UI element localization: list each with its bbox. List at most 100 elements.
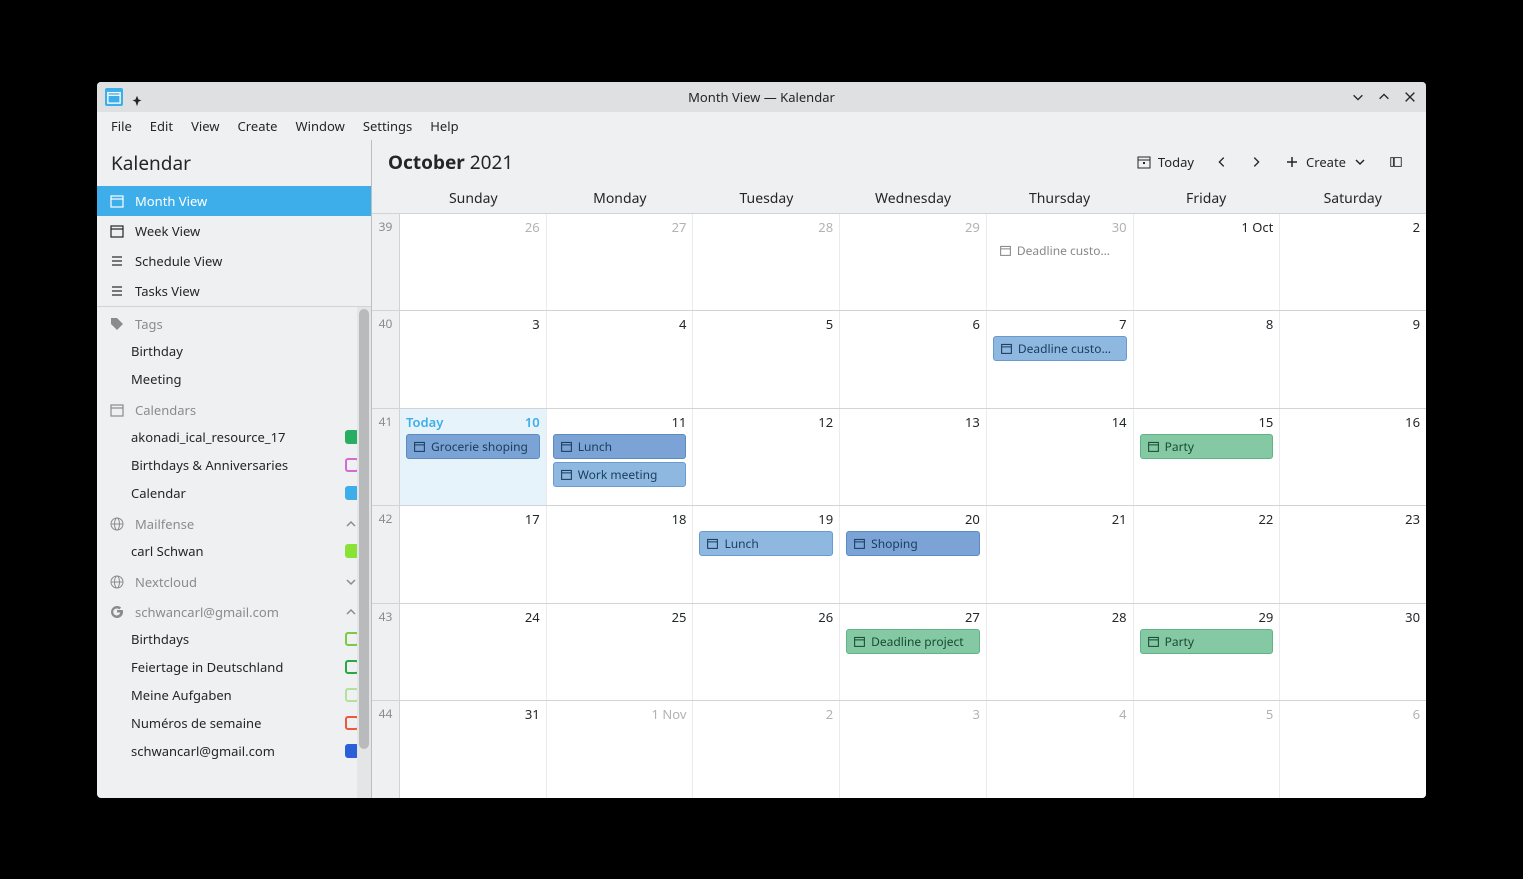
menu-create[interactable]: Create [230, 113, 286, 139]
event[interactable]: Party [1140, 629, 1274, 654]
maximize-button[interactable] [1376, 89, 1392, 105]
menu-help[interactable]: Help [422, 113, 466, 139]
event[interactable]: Shoping [846, 531, 980, 556]
calendar-icon [1147, 440, 1160, 453]
day-cell[interactable]: 11LunchWork meeting [547, 409, 694, 506]
day-cell[interactable]: 5 [1134, 701, 1281, 798]
day-cell[interactable]: 17 [400, 506, 547, 603]
day-cell[interactable]: 28 [987, 604, 1134, 701]
day-cell[interactable]: 18 [547, 506, 694, 603]
day-cell[interactable]: 22 [1134, 506, 1281, 603]
titlebar[interactable]: Month View — Kalendar [97, 82, 1426, 112]
day-cell[interactable]: 23 [1280, 506, 1426, 603]
day-cell[interactable]: 26 [400, 214, 547, 311]
day-cell[interactable]: 3 [840, 701, 987, 798]
sidebar-item[interactable]: carl Schwan [97, 537, 371, 565]
day-cell[interactable]: 31 [400, 701, 547, 798]
view-month-view[interactable]: Month View [97, 186, 371, 216]
sidebar-item[interactable]: Birthdays [97, 625, 371, 653]
day-cell[interactable]: 13 [840, 409, 987, 506]
day-cell[interactable]: 2 [1280, 214, 1426, 311]
day-cell[interactable]: 30Deadline custo… [987, 214, 1134, 311]
day-header: Saturday [1279, 184, 1426, 213]
day-number: 28 [993, 608, 1127, 626]
day-cell[interactable]: 6 [1280, 701, 1426, 798]
day-cell[interactable]: 16 [1280, 409, 1426, 506]
section-header[interactable]: Tags [97, 307, 371, 337]
event[interactable]: Deadline project [846, 629, 980, 654]
sidebar-item[interactable]: Meeting [97, 365, 371, 393]
day-number: 26 [699, 608, 833, 626]
day-cell[interactable]: 6 [840, 311, 987, 408]
day-cell[interactable]: 4 [547, 311, 694, 408]
event[interactable]: Lunch [699, 531, 833, 556]
day-cell[interactable]: 7Deadline custo… [987, 311, 1134, 408]
day-cell[interactable]: 29Party [1134, 604, 1281, 701]
sidebar-item[interactable]: Feiertage in Deutschland [97, 653, 371, 681]
section-header[interactable]: Mailfense [97, 507, 371, 537]
day-cell[interactable]: 8 [1134, 311, 1281, 408]
close-button[interactable] [1402, 89, 1418, 105]
view-options-button[interactable] [1382, 148, 1410, 176]
sidebar-item[interactable]: akonadi_ical_resource_17 [97, 423, 371, 451]
day-number: 27 [553, 218, 687, 236]
day-cell[interactable]: 1 Oct [1134, 214, 1281, 311]
day-cell[interactable]: 9 [1280, 311, 1426, 408]
year: 2021 [470, 149, 513, 175]
pin-icon[interactable] [131, 90, 145, 104]
minimize-button[interactable] [1350, 89, 1366, 105]
sidebar-item[interactable]: Calendar [97, 479, 371, 507]
sidebar-item[interactable]: Meine Aufgaben [97, 681, 371, 709]
scrollbar-track[interactable] [357, 307, 371, 798]
today-button[interactable]: Today [1128, 149, 1202, 175]
day-cell[interactable]: 27 [547, 214, 694, 311]
prev-button[interactable] [1208, 148, 1236, 176]
day-cell[interactable]: 28 [693, 214, 840, 311]
section-header[interactable]: Calendars [97, 393, 371, 423]
day-cell[interactable]: 1 Nov [547, 701, 694, 798]
menu-view[interactable]: View [183, 113, 227, 139]
event[interactable]: Grocerie shoping [406, 434, 540, 459]
menu-edit[interactable]: Edit [142, 113, 181, 139]
day-cell[interactable]: 27Deadline project [840, 604, 987, 701]
menu-file[interactable]: File [103, 113, 140, 139]
day-cell[interactable]: 4 [987, 701, 1134, 798]
day-cell[interactable]: 5 [693, 311, 840, 408]
day-cell[interactable]: 19Lunch [693, 506, 840, 603]
event[interactable]: Lunch [553, 434, 687, 459]
day-cell[interactable]: 15Party [1134, 409, 1281, 506]
day-cell[interactable]: 20Shoping [840, 506, 987, 603]
menu-settings[interactable]: Settings [355, 113, 420, 139]
create-button[interactable]: Create [1276, 149, 1376, 175]
sidebar-scroll[interactable]: TagsBirthdayMeetingCalendarsakonadi_ical… [97, 306, 371, 798]
view-week-view[interactable]: Week View [97, 216, 371, 246]
day-cell[interactable]: 3 [400, 311, 547, 408]
sidebar-item[interactable]: Birthday [97, 337, 371, 365]
sidebar-item[interactable]: Numéros de semaine [97, 709, 371, 737]
view-tasks-view[interactable]: Tasks View [97, 276, 371, 306]
day-cell[interactable]: 24 [400, 604, 547, 701]
google-icon [109, 604, 125, 620]
event[interactable]: Deadline custo… [993, 336, 1127, 361]
day-cell[interactable]: Today10Grocerie shoping [400, 409, 547, 506]
event[interactable]: Deadline custo… [993, 239, 1127, 262]
day-cell[interactable]: 21 [987, 506, 1134, 603]
day-cell[interactable]: 2 [693, 701, 840, 798]
sidebar-item[interactable]: Birthdays & Anniversaries [97, 451, 371, 479]
event[interactable]: Work meeting [553, 462, 687, 487]
next-button[interactable] [1242, 148, 1270, 176]
event[interactable]: Party [1140, 434, 1274, 459]
sidebar-item[interactable]: schwancarl@gmail.com [97, 737, 371, 765]
day-cell[interactable]: 12 [693, 409, 840, 506]
day-cell[interactable]: 14 [987, 409, 1134, 506]
scrollbar-thumb[interactable] [359, 309, 369, 749]
section-header[interactable]: Nextcloud [97, 565, 371, 595]
day-cell[interactable]: 25 [547, 604, 694, 701]
view-schedule-view[interactable]: Schedule View [97, 246, 371, 276]
globe-icon [109, 516, 125, 532]
section-header[interactable]: schwancarl@gmail.com [97, 595, 371, 625]
day-cell[interactable]: 30 [1280, 604, 1426, 701]
day-cell[interactable]: 29 [840, 214, 987, 311]
menu-window[interactable]: Window [288, 113, 353, 139]
day-cell[interactable]: 26 [693, 604, 840, 701]
